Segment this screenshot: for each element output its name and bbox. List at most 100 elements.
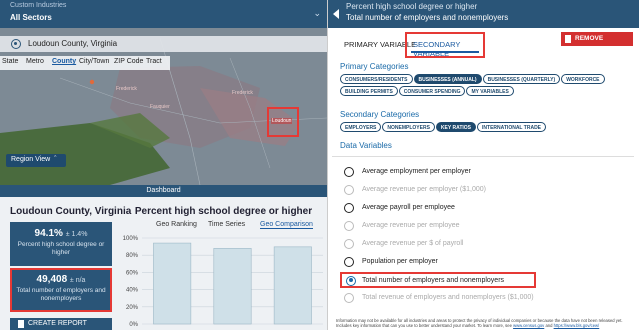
category-chip[interactable]: BUSINESSES (ANNUAL) [413,74,482,84]
create-report-button[interactable]: CREATE REPORT [10,318,112,330]
tab-time-series[interactable]: Time Series [208,221,245,228]
y-tick-label: 80% [126,253,139,259]
category-chip[interactable]: CONSUMERS/RESIDENTS [340,74,413,84]
bls-link[interactable]: https://www.bls.gov/cew/ [554,323,600,328]
footnote: Information may not be available for all… [336,318,636,328]
location-search[interactable]: Loudoun County, Virginia [0,36,327,52]
data-variable-label: Average employment per employer [362,168,471,175]
primary-category-chips: CONSUMERS/RESIDENTS BUSINESSES (ANNUAL) BU… [340,74,636,98]
data-variable-option[interactable]: Total number of employers and nonemploye… [340,272,536,288]
secondary-category-chips: EMPLOYERS NONEMPLOYERS KEY RATIOS INTERNATI… [340,122,636,134]
map-label-loudoun: Loudoun [271,118,293,124]
category-chip[interactable]: MY VARIABLES [466,86,514,96]
geo-level-county[interactable]: County [52,58,76,65]
report-icon [18,320,24,328]
geo-level-tract[interactable]: Tract [146,58,162,65]
category-chip[interactable]: CONSUMER SPENDING [398,86,466,96]
radio-icon [344,221,354,231]
radio-icon [344,257,354,267]
data-variable-label: Population per employer [362,258,438,265]
bar-us [213,248,252,325]
category-chip[interactable]: WORKFORCE [561,74,605,84]
data-variable-option: Average revenue per $ of payroll [344,237,634,251]
census-link[interactable]: www.census.gov [513,323,544,328]
data-variable-option: Average revenue per employee [344,219,634,233]
data-variable-label: Average revenue per employer ($1,000) [362,186,487,193]
stat-value: 49,408 [36,274,68,285]
data-variable-option: Average revenue per employer ($1,000) [344,183,634,197]
primary-stat-card: 94.1% ± 1.4% Percent high school degree … [10,222,112,266]
map-label: Fauquier [150,104,170,110]
data-variable-option[interactable]: Average payroll per employee [344,201,634,215]
remove-variable-label: REMOVE VARIABLE [575,35,608,56]
footnote-and: and [545,323,553,328]
chevron-down-icon[interactable]: ⌄ [313,8,321,19]
geo-level-zip[interactable]: ZIP Code [114,58,143,65]
data-variables-heading: Data Variables [340,141,392,150]
create-report-label: CREATE REPORT [28,320,87,327]
category-chip[interactable]: BUILDING PERMITS [340,86,398,96]
variable-header: Percent high school degree or higher Tot… [328,0,639,28]
radio-icon [344,239,354,249]
stat-moe: ± n/a [69,277,86,284]
data-variable-list: Average employment per employer Average r… [332,156,634,304]
category-chip[interactable]: KEY RATIOS [435,122,477,132]
primary-categories-heading: Primary Categories [340,62,409,71]
geo-level-metro[interactable]: Metro [26,58,44,65]
dashboard-pane: Custom Industries All Sectors ⌄ Loudoun … [0,0,327,330]
map-marker-icon [89,79,95,85]
chart-title: Percent high school degree or higher [134,206,313,217]
stat-description: Percent high school degree or higher [17,241,105,256]
geo-level-state[interactable]: State [2,58,18,65]
region-view-toggle[interactable]: Region View ˆ [6,154,66,167]
secondary-stat-card: 49,408 ± n/a Total number of employers a… [10,268,112,312]
tab-secondary-label: SECONDARY VARIABLE [413,40,461,58]
sector-label: All Sectors [10,13,52,22]
data-variable-label: Total revenue of employers and nonemploy… [362,294,534,301]
industry-selector[interactable]: Custom Industries All Sectors ⌄ [0,0,327,28]
y-tick-label: 20% [126,305,139,311]
variable-panel: Percent high school degree or higher Tot… [327,0,639,330]
y-tick-label: 60% [126,270,139,276]
remove-variable-button[interactable]: REMOVE VARIABLE [561,32,633,56]
radio-icon [344,203,354,213]
county-title: Loudoun County, Virginia [10,206,132,217]
stat-moe: ± 1.4% [65,231,88,238]
y-tick-label: 0% [129,322,138,328]
category-chip[interactable]: INTERNATIONAL TRADE [477,122,547,132]
data-variable-label: Average revenue per $ of payroll [362,240,464,247]
tab-geo-ranking[interactable]: Geo Ranking [156,221,197,228]
radio-icon [346,275,356,286]
region-map[interactable]: Loudoun County, Virginia State Metro Cou… [0,28,327,185]
category-chip[interactable]: NONEMPLOYERS [382,122,435,132]
location-pin-icon [11,39,21,49]
geo-level-city[interactable]: City/Town [79,58,109,65]
map-label: Frederick [232,90,253,96]
data-variable-option[interactable]: Population per employer [344,255,634,269]
location-name: Loudoun County, Virginia [28,39,118,48]
geo-level-tabs: State Metro County City/Town ZIP Code Tr… [0,56,170,70]
chevron-up-icon: ˆ [52,156,57,163]
industry-label: Custom Industries [10,2,67,9]
radio-icon [344,167,354,177]
dashboard-bar[interactable]: Dashboard [0,185,327,197]
y-tick-label: 40% [126,288,139,294]
primary-variable-name: Percent high school degree or higher [346,2,478,11]
collapse-arrow-icon[interactable] [333,9,339,19]
map-label: Frederick [116,86,137,92]
tab-secondary-variable[interactable]: SECONDARY VARIABLE [405,32,485,58]
secondary-variable-name: Total number of employers and nonemploye… [346,13,509,22]
data-variable-label: Average revenue per employee [362,222,460,229]
chart-view-tabs: Geo Ranking Time Series Geo Comparison [120,220,327,232]
data-variable-label: Total number of employers and nonemploye… [362,276,505,284]
radio-icon [344,185,354,195]
data-variable-option[interactable]: Average employment per employer [344,165,634,179]
bar-loudoun-county [153,242,192,325]
category-chip[interactable]: BUSINESSES (QUARTERLY) [482,74,561,84]
secondary-categories-heading: Secondary Categories [340,110,420,119]
category-chip[interactable]: EMPLOYERS [340,122,382,132]
region-view-label: Region View [11,156,51,163]
y-tick-label: 100% [123,236,139,242]
tab-geo-comparison[interactable]: Geo Comparison [260,221,313,229]
selected-county-highlight[interactable]: Loudoun [267,107,299,137]
